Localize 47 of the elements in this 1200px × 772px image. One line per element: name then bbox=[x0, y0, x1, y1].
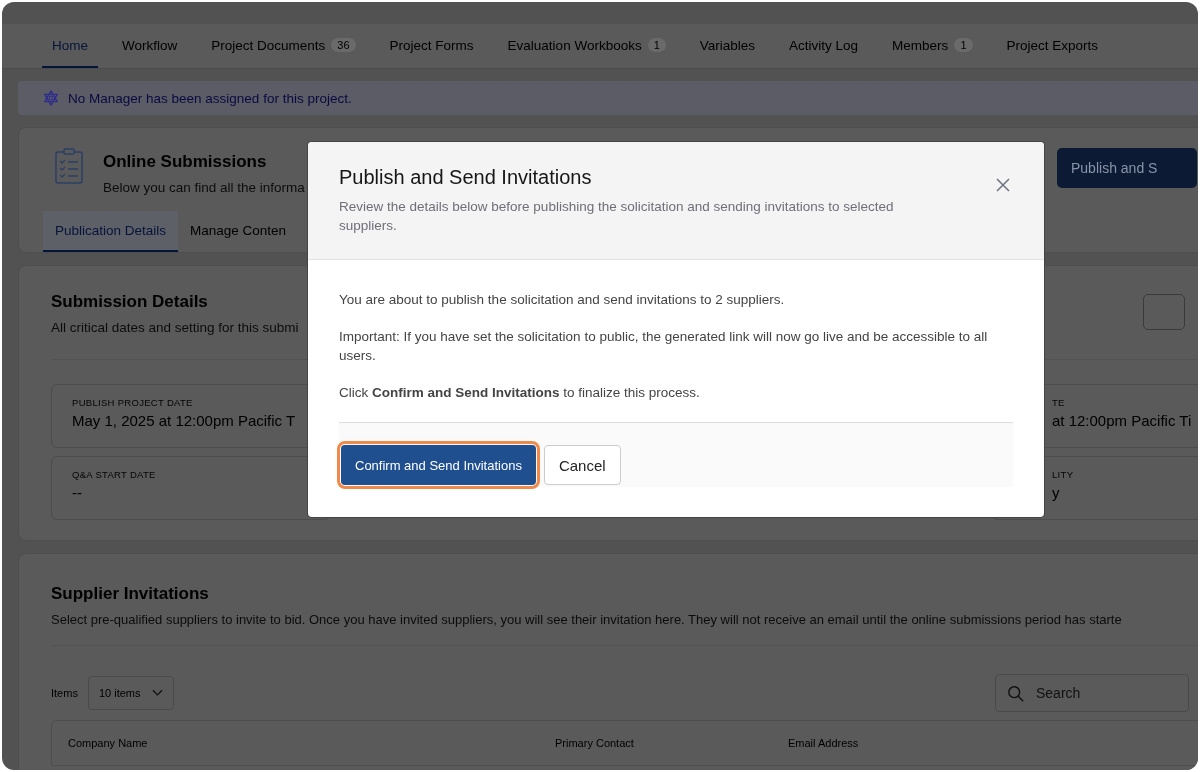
tab[interactable]: Members 1 bbox=[882, 24, 983, 68]
tab[interactable]: Activity Log bbox=[779, 24, 869, 68]
star-icon bbox=[42, 89, 60, 107]
tab[interactable]: Project Documents 36 bbox=[201, 24, 366, 68]
items-dropdown[interactable]: 10 items bbox=[87, 676, 175, 710]
section-title: Online Submissions bbox=[103, 152, 268, 172]
field-label: Q&A START DATE bbox=[72, 469, 157, 480]
tab[interactable]: Workflow bbox=[112, 24, 188, 68]
clipboard-icon bbox=[55, 148, 83, 184]
tab[interactable]: Publication Details bbox=[43, 211, 179, 252]
notice-text: No Manager has been assigned for this project. bbox=[68, 90, 352, 106]
dialog-text: Important: If you have set the solicitation to public, the generated link will now go live and be accessible to all users. bbox=[339, 328, 989, 365]
tab[interactable]: Home bbox=[42, 24, 98, 68]
tab[interactable]: Evaluation Workbooks 1 bbox=[497, 24, 676, 68]
search-field[interactable]: Search bbox=[995, 674, 1189, 712]
publish-button[interactable]: Publish and S bbox=[1057, 148, 1197, 188]
tab[interactable]: Manage Conten bbox=[178, 211, 299, 252]
section-subtitle: All critical dates and setting for this submi bbox=[51, 320, 299, 335]
section-title: Submission Details bbox=[51, 292, 209, 312]
tab[interactable]: Project Forms bbox=[379, 24, 484, 68]
tab[interactable]: Variables bbox=[689, 24, 766, 68]
field-value: May 1, 2025 at 12:00pm Pacific T bbox=[72, 412, 297, 429]
column-header: Email Address bbox=[788, 737, 859, 749]
search-icon bbox=[1007, 685, 1025, 703]
column-header: Company Name bbox=[68, 737, 149, 749]
field-value: y bbox=[1052, 484, 1061, 501]
dialog-text: You are about to publish the solicitation and send invitations to 2 suppliers. bbox=[339, 291, 786, 309]
count-badge: 1 bbox=[954, 38, 973, 52]
count-badge: 1 bbox=[647, 38, 666, 52]
field-value: at 12:00pm Pacific Ti bbox=[1052, 412, 1192, 429]
dialog-subtitle: Review the details below before publishing the solicitation and sending invitations to selected suppliers. bbox=[339, 198, 895, 235]
column-header: Primary Contact bbox=[555, 737, 635, 749]
cancel-button[interactable]: Cancel bbox=[543, 445, 621, 485]
field-label: LITY bbox=[1052, 469, 1075, 480]
close-icon bbox=[996, 178, 1010, 192]
section-subtitle: Below you can find all the informa bbox=[103, 180, 305, 195]
field-value: -- bbox=[72, 484, 83, 501]
field-label: TE bbox=[1052, 397, 1066, 408]
chevron-icon bbox=[152, 689, 164, 697]
section-title: Supplier Invitations bbox=[51, 584, 210, 604]
field-label: PUBLISH PROJECT DATE bbox=[72, 397, 194, 408]
tab[interactable]: Project Exports bbox=[996, 24, 1109, 68]
count-badge: 36 bbox=[331, 38, 356, 52]
section-subtitle: Select pre-qualified suppliers to invite to bid. Once you have invited suppliers, you will see their invitation here. They will not receive an email until the online submissions period has starte bbox=[51, 612, 1123, 627]
dialog-title: Publish and Send Invitations bbox=[339, 166, 593, 189]
dialog-text: Click Confirm and Send Invitations to finalize this process. bbox=[339, 384, 701, 402]
items-label: Items bbox=[51, 687, 78, 699]
